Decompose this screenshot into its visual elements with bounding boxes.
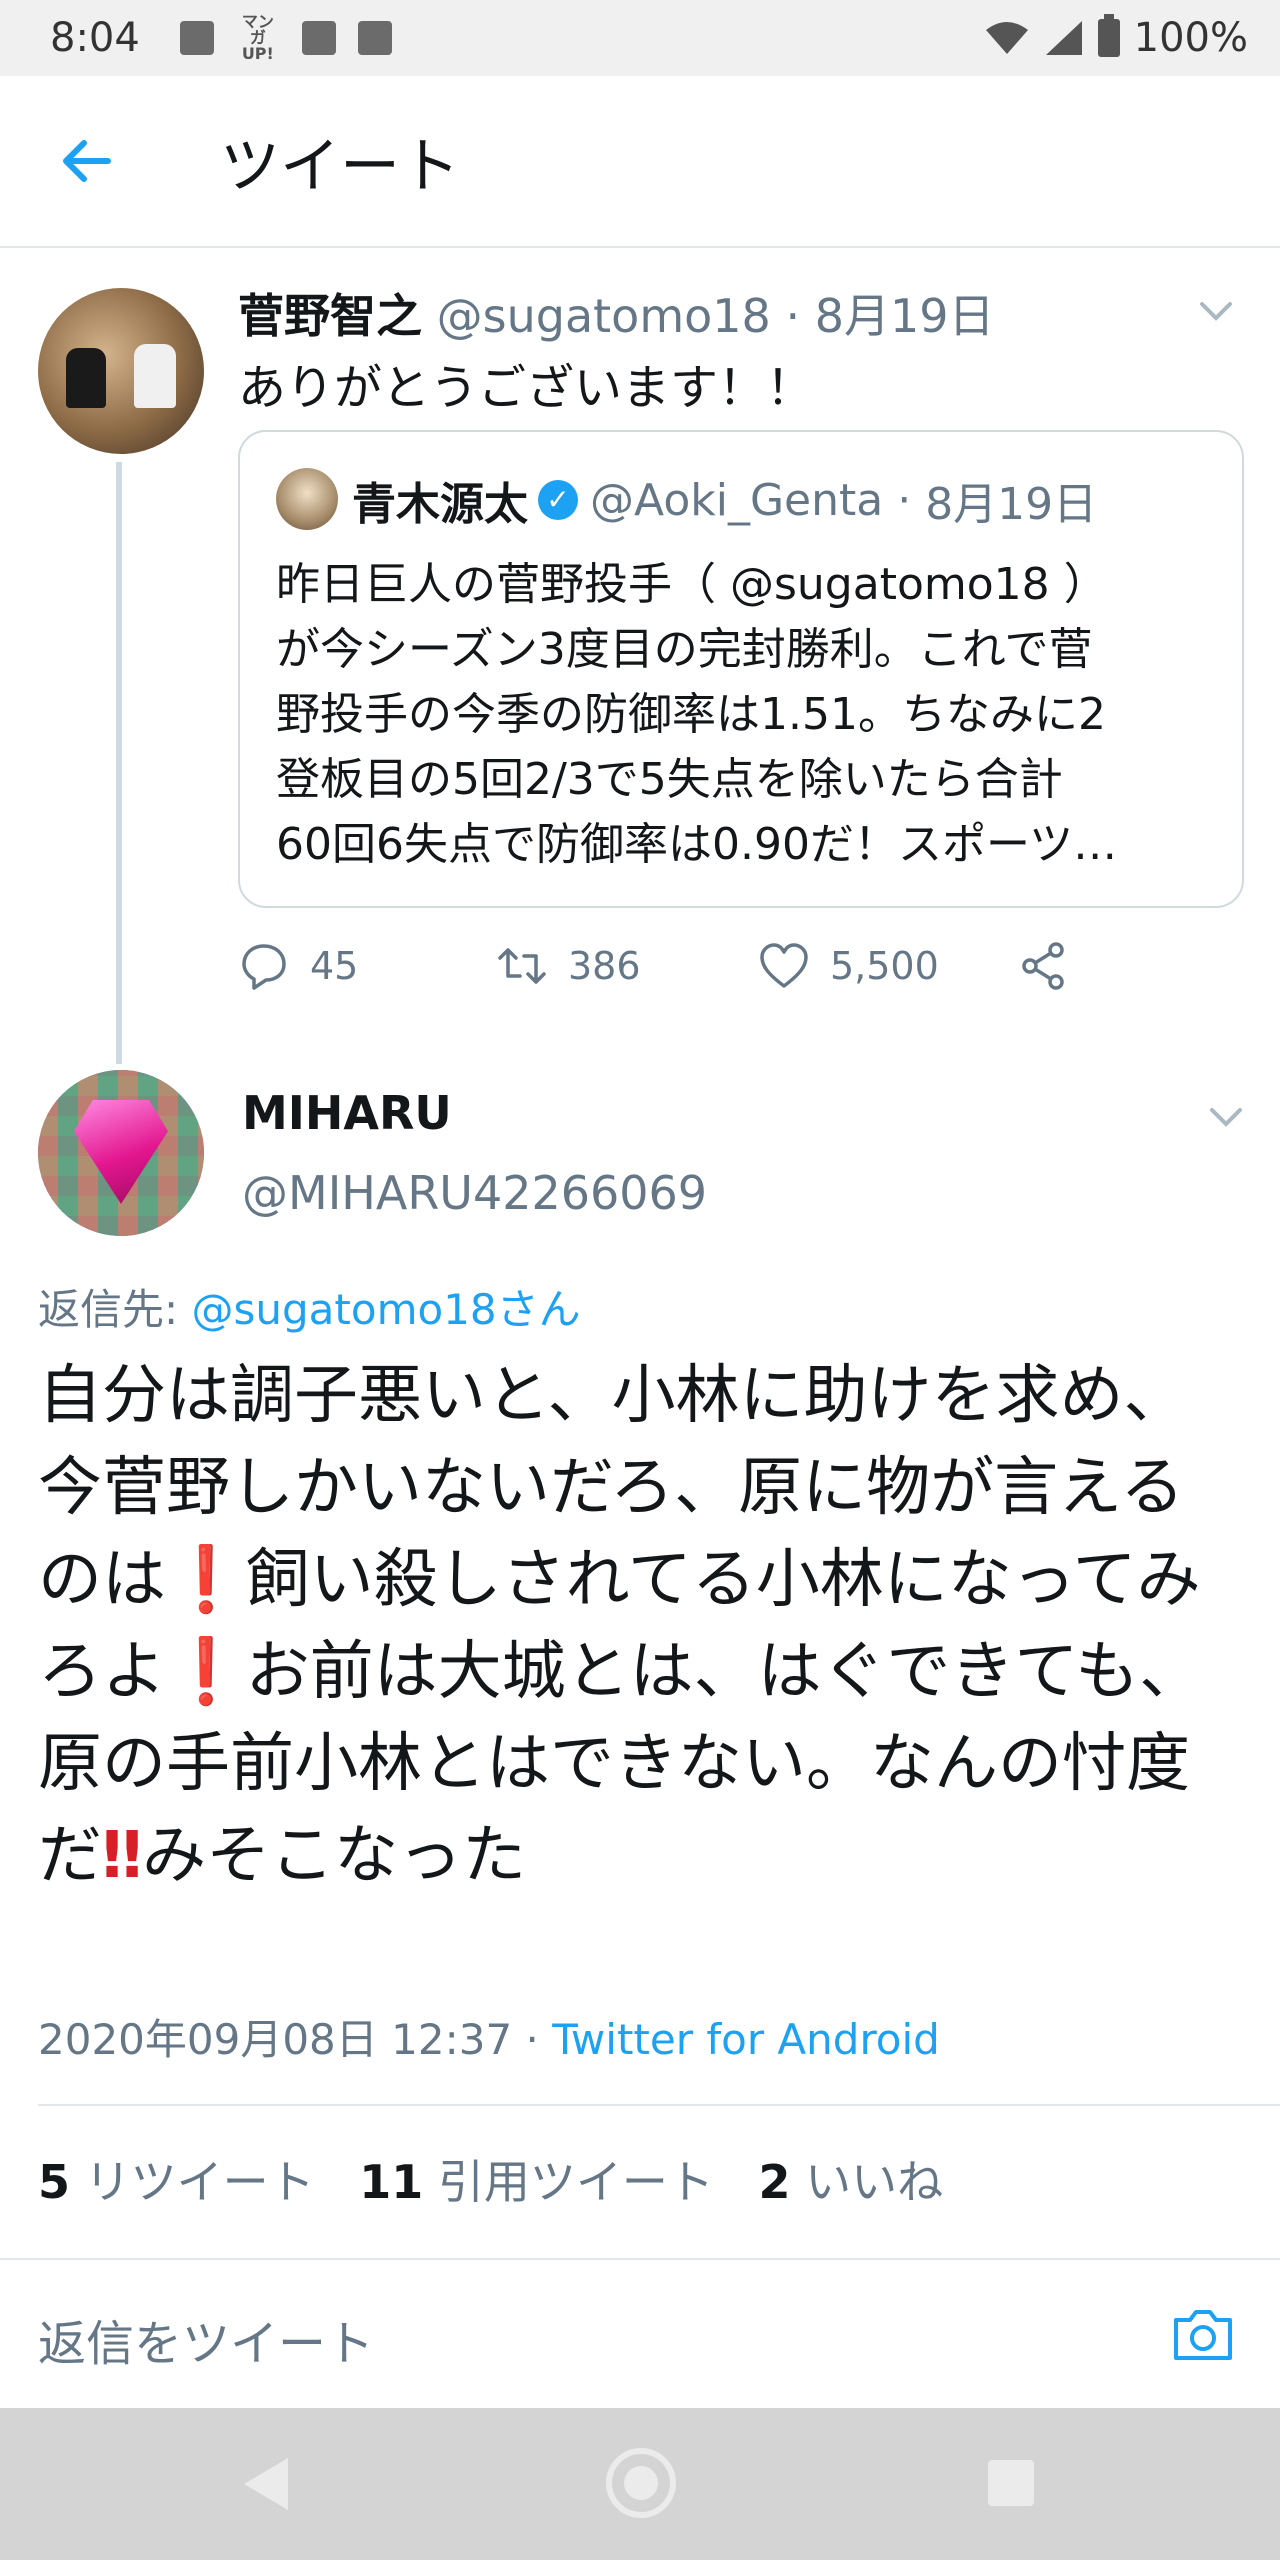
download-icon <box>357 21 392 55</box>
reply-to-line: 返信先: @sugatomo18さん <box>38 1276 581 1337</box>
reply-button[interactable]: 45 <box>238 940 358 992</box>
wifi-icon <box>985 22 1028 54</box>
app-header: ツイート <box>0 76 1280 248</box>
page-title: ツイート <box>220 131 460 202</box>
status-time: 8:04 <box>50 15 140 61</box>
quoted-avatar <box>276 468 338 530</box>
reply-count: 45 <box>310 944 359 988</box>
author-name[interactable]: 菅野智之 <box>238 289 422 343</box>
tweet-date[interactable]: 8月19日 <box>815 289 995 343</box>
double-exclamation-emoji: ‼ <box>102 1819 143 1893</box>
retweet-icon <box>498 948 546 984</box>
author-handle[interactable]: @MIHARU42266069 <box>242 1166 707 1220</box>
notification-icons: マンガ UP! <box>179 12 392 63</box>
quoted-date: 8月19日 <box>925 479 1098 530</box>
retweet-count: 386 <box>568 944 641 988</box>
like-button[interactable]: 5,500 <box>758 940 939 992</box>
reply-to-link[interactable]: @sugatomo18さん <box>192 1285 581 1334</box>
back-arrow-icon[interactable] <box>56 131 116 191</box>
divider <box>38 2104 1280 2106</box>
nav-home-icon[interactable] <box>606 2448 676 2518</box>
retweet-button[interactable]: 386 <box>496 940 641 992</box>
quoted-text-line: 60回6失点で防御率は0.90だ！スポーツ… <box>276 819 1118 870</box>
share-icon <box>1022 942 1064 990</box>
caret-down-icon[interactable] <box>1206 1096 1246 1136</box>
reply-input[interactable]: 返信をツイート <box>38 2304 374 2374</box>
nav-recents-icon[interactable] <box>988 2460 1034 2506</box>
tweet-stats: 5 リツイート 11 引用ツイート 2 いいね <box>38 2146 943 2212</box>
quoted-text-line: 野投手の今季の防御率は1.51。ちなみに2 <box>276 689 1106 740</box>
quoted-author-name: 青木源太 <box>352 479 528 530</box>
quotes-stat[interactable]: 11 引用ツイート <box>359 2155 714 2209</box>
caret-down-icon[interactable] <box>1196 290 1236 330</box>
like-icon <box>760 943 808 988</box>
quoted-text: 昨日巨人の菅野投手（ @sugatomo18 ） が今シーズン3度目の完封勝利。… <box>276 552 1216 877</box>
separator-dot: · <box>785 289 801 343</box>
battery-percent: 100% <box>1133 15 1248 61</box>
tweet-timestamp: 2020年09月08日 12:37 · Twitter for Android <box>38 2006 940 2067</box>
system-icons: 100% <box>984 14 1248 61</box>
likes-stat[interactable]: 2 いいね <box>759 2155 944 2209</box>
quoted-tweet[interactable]: 青木源太 ✓ @Aoki_Genta · 8月19日 昨日巨人の菅野投手（ @s… <box>238 430 1244 908</box>
share-button[interactable] <box>1018 940 1070 992</box>
nav-back-icon[interactable] <box>244 2458 288 2510</box>
exclamation-emoji: ❗ <box>166 1543 246 1617</box>
image-notification-icon <box>179 21 214 55</box>
reply-icon <box>242 944 286 990</box>
like-count: 5,500 <box>830 944 939 988</box>
body-text: みそこなった <box>142 1819 527 1893</box>
avatar[interactable] <box>38 288 204 454</box>
battery-icon <box>1097 14 1120 57</box>
retweets-stat[interactable]: 5 リツイート <box>38 2155 315 2209</box>
battery-saver-icon <box>301 21 336 55</box>
manga-app-icon: マンガ UP! <box>241 12 274 63</box>
quoted-author-handle: @Aoki_Genta <box>590 474 884 526</box>
tweet-header: 菅野智之 @sugatomo18 · 8月19日 <box>238 280 995 346</box>
reply-composer[interactable]: 返信をツイート <box>0 2258 1280 2408</box>
camera-icon[interactable] <box>1170 2306 1236 2364</box>
quoted-text-line: が今シーズン3度目の完封勝利。これで菅 <box>276 624 1093 675</box>
signal-icon <box>1045 21 1082 55</box>
author-handle[interactable]: @sugatomo18 <box>437 289 771 343</box>
avatar[interactable] <box>38 1070 204 1236</box>
exclamation-emoji: ❗ <box>166 1635 246 1709</box>
quoted-text-line: 登板目の5回2/3で5失点を除いたら合計 <box>276 754 1063 805</box>
tweet-text: ありがとうございます！！ <box>238 360 815 416</box>
thread-connector <box>116 462 122 1064</box>
timestamp-text: 2020年09月08日 12:37 · <box>38 2015 553 2064</box>
source-link[interactable]: Twitter for Android <box>552 2015 940 2064</box>
author-name[interactable]: MIHARU <box>242 1086 452 1140</box>
quoted-text-line: 昨日巨人の菅野投手（ @sugatomo18 ） <box>276 559 1108 610</box>
status-bar: 8:04 マンガ UP! 100% <box>0 0 1280 76</box>
separator-dot: · <box>883 474 926 526</box>
reply-to-label: 返信先: <box>38 1285 192 1334</box>
tweet-actions: 45 386 5,500 <box>238 940 1138 1004</box>
quoted-header: 青木源太 ✓ @Aoki_Genta · 8月19日 <box>352 468 1097 532</box>
tweet-body: 自分は調子悪いと、小林に助けを求め、今菅野しかいないだろ、原に物が言えるのは❗飼… <box>38 1350 1248 1902</box>
verified-badge-icon: ✓ <box>538 480 578 520</box>
system-nav-bar <box>0 2408 1280 2560</box>
